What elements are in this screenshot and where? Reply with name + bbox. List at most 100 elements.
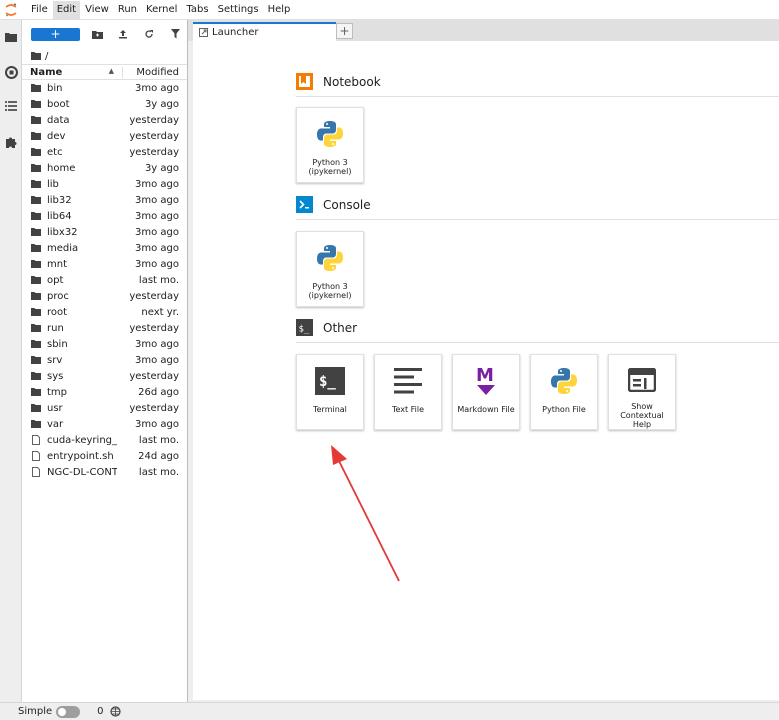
file-row[interactable]: usr yesterday [22, 400, 187, 416]
python-file-card-label: Python File [542, 405, 586, 414]
notebook-section-title: Notebook [323, 74, 381, 89]
file-row[interactable]: lib64 3mo ago [22, 208, 187, 224]
upload-icon[interactable] [116, 27, 130, 41]
folder-icon [31, 275, 41, 285]
folder-icon [31, 387, 41, 397]
menu-settings[interactable]: Settings [214, 1, 263, 19]
file-row[interactable]: home 3y ago [22, 160, 187, 176]
file-row[interactable]: opt last mo. [22, 272, 187, 288]
file-modified: 3mo ago [135, 418, 179, 430]
python-file-card[interactable]: Python File [530, 354, 598, 430]
file-row[interactable]: entrypoint.sh 24d ago [22, 448, 187, 464]
folder-icon [31, 339, 41, 349]
file-row[interactable]: run yesterday [22, 320, 187, 336]
file-row[interactable]: tmp 26d ago [22, 384, 187, 400]
file-row[interactable]: cuda-keyring_1.... last mo. [22, 432, 187, 448]
terminal-icon: $_ [304, 361, 356, 401]
file-row[interactable]: etc yesterday [22, 144, 187, 160]
sort-ascending-icon: ▲ [108, 66, 114, 75]
new-launcher-button[interactable]: + [31, 27, 80, 41]
file-name: entrypoint.sh [47, 450, 114, 462]
file-row[interactable]: NGC-DL-CONTA... last mo. [22, 464, 187, 480]
file-row[interactable]: lib32 3mo ago [22, 192, 187, 208]
notebook-section-header: Notebook [296, 73, 381, 90]
svg-text:$_: $_ [299, 325, 310, 335]
folder-icon [31, 163, 41, 173]
launcher-icon [199, 28, 208, 37]
running-kernels-icon[interactable] [3, 64, 19, 80]
file-row[interactable]: var 3mo ago [22, 416, 187, 432]
main-area: Launcher + Notebook Python 3 (ipykernel)… [188, 20, 779, 702]
terminal-card[interactable]: $_ Terminal [296, 354, 364, 430]
markdown-file-card[interactable]: M Markdown File [452, 354, 520, 430]
svg-text:$_: $_ [319, 374, 336, 390]
file-row[interactable]: dev yesterday [22, 128, 187, 144]
file-row[interactable]: sys yesterday [22, 368, 187, 384]
filter-icon[interactable] [168, 27, 182, 41]
file-name: root [47, 306, 68, 318]
file-row[interactable]: sbin 3mo ago [22, 336, 187, 352]
file-row[interactable]: boot 3y ago [22, 96, 187, 112]
file-modified: next yr. [141, 306, 179, 318]
folder-icon[interactable] [31, 52, 41, 60]
file-row[interactable]: srv 3mo ago [22, 352, 187, 368]
markdown-file-card-label: Markdown File [457, 405, 515, 414]
folder-icon [31, 403, 41, 413]
text-file-card[interactable]: Text File [374, 354, 442, 430]
menu-tabs[interactable]: Tabs [182, 1, 212, 19]
file-row[interactable]: media 3mo ago [22, 240, 187, 256]
file-row[interactable]: bin 3mo ago [22, 80, 187, 96]
file-list: bin 3mo ago boot 3y ago data yesterday dev yest… [22, 80, 187, 480]
folder-icon [31, 179, 41, 189]
file-modified: 3mo ago [135, 194, 179, 206]
table-of-contents-icon[interactable] [3, 98, 19, 114]
notebook-divider [296, 96, 779, 97]
extension-puzzle-icon[interactable] [3, 134, 19, 150]
file-modified: yesterday [129, 322, 179, 334]
file-row[interactable]: libx32 3mo ago [22, 224, 187, 240]
notebook-icon [296, 73, 313, 90]
file-row[interactable]: root next yr. [22, 304, 187, 320]
folder-icon [31, 99, 41, 109]
file-row[interactable]: lib 3mo ago [22, 176, 187, 192]
folder-icon [31, 211, 41, 221]
new-tab-button[interactable]: + [336, 23, 353, 39]
menu-run[interactable]: Run [114, 1, 141, 19]
python-logo-icon [304, 114, 356, 154]
tab-launcher[interactable]: Launcher [193, 22, 336, 41]
refresh-icon[interactable] [142, 27, 156, 41]
menu-edit[interactable]: Edit [52, 0, 81, 19]
folder-icon[interactable] [3, 29, 19, 45]
file-modified: 3mo ago [135, 258, 179, 270]
simple-mode-toggle[interactable] [56, 705, 81, 718]
column-header-modified[interactable]: Modified [122, 66, 187, 78]
menu-view[interactable]: View [81, 1, 113, 19]
file-name: home [47, 162, 76, 174]
file-row[interactable]: data yesterday [22, 112, 187, 128]
activity-bar [0, 20, 22, 702]
console-python3-card[interactable]: Python 3 (ipykernel) [296, 231, 364, 307]
new-folder-icon[interactable] [90, 27, 104, 41]
file-row[interactable]: mnt 3mo ago [22, 256, 187, 272]
file-row[interactable]: proc yesterday [22, 288, 187, 304]
column-header-name[interactable]: Name ▲ [22, 67, 122, 78]
file-name: libx32 [47, 226, 78, 238]
text-file-card-label: Text File [391, 405, 425, 414]
notebook-python3-card[interactable]: Python 3 (ipykernel) [296, 107, 364, 183]
menu-kernel[interactable]: Kernel [142, 1, 181, 19]
file-name: boot [47, 98, 70, 110]
kernel-status-icon[interactable] [109, 706, 121, 717]
menu-file[interactable]: File [27, 1, 52, 19]
file-modified: 3mo ago [135, 178, 179, 190]
file-modified: yesterday [129, 146, 179, 158]
svg-text:M: M [476, 365, 494, 386]
file-name: run [47, 322, 64, 334]
file-name: lib64 [47, 210, 72, 222]
breadcrumb-root[interactable]: / [45, 51, 48, 62]
menu-help[interactable]: Help [264, 1, 295, 19]
folder-icon [31, 83, 41, 93]
other-section-title: Other [323, 320, 358, 335]
contextual-help-card[interactable]: Show Contextual Help [608, 354, 676, 430]
file-name: srv [47, 354, 63, 366]
file-name: sys [47, 370, 64, 382]
